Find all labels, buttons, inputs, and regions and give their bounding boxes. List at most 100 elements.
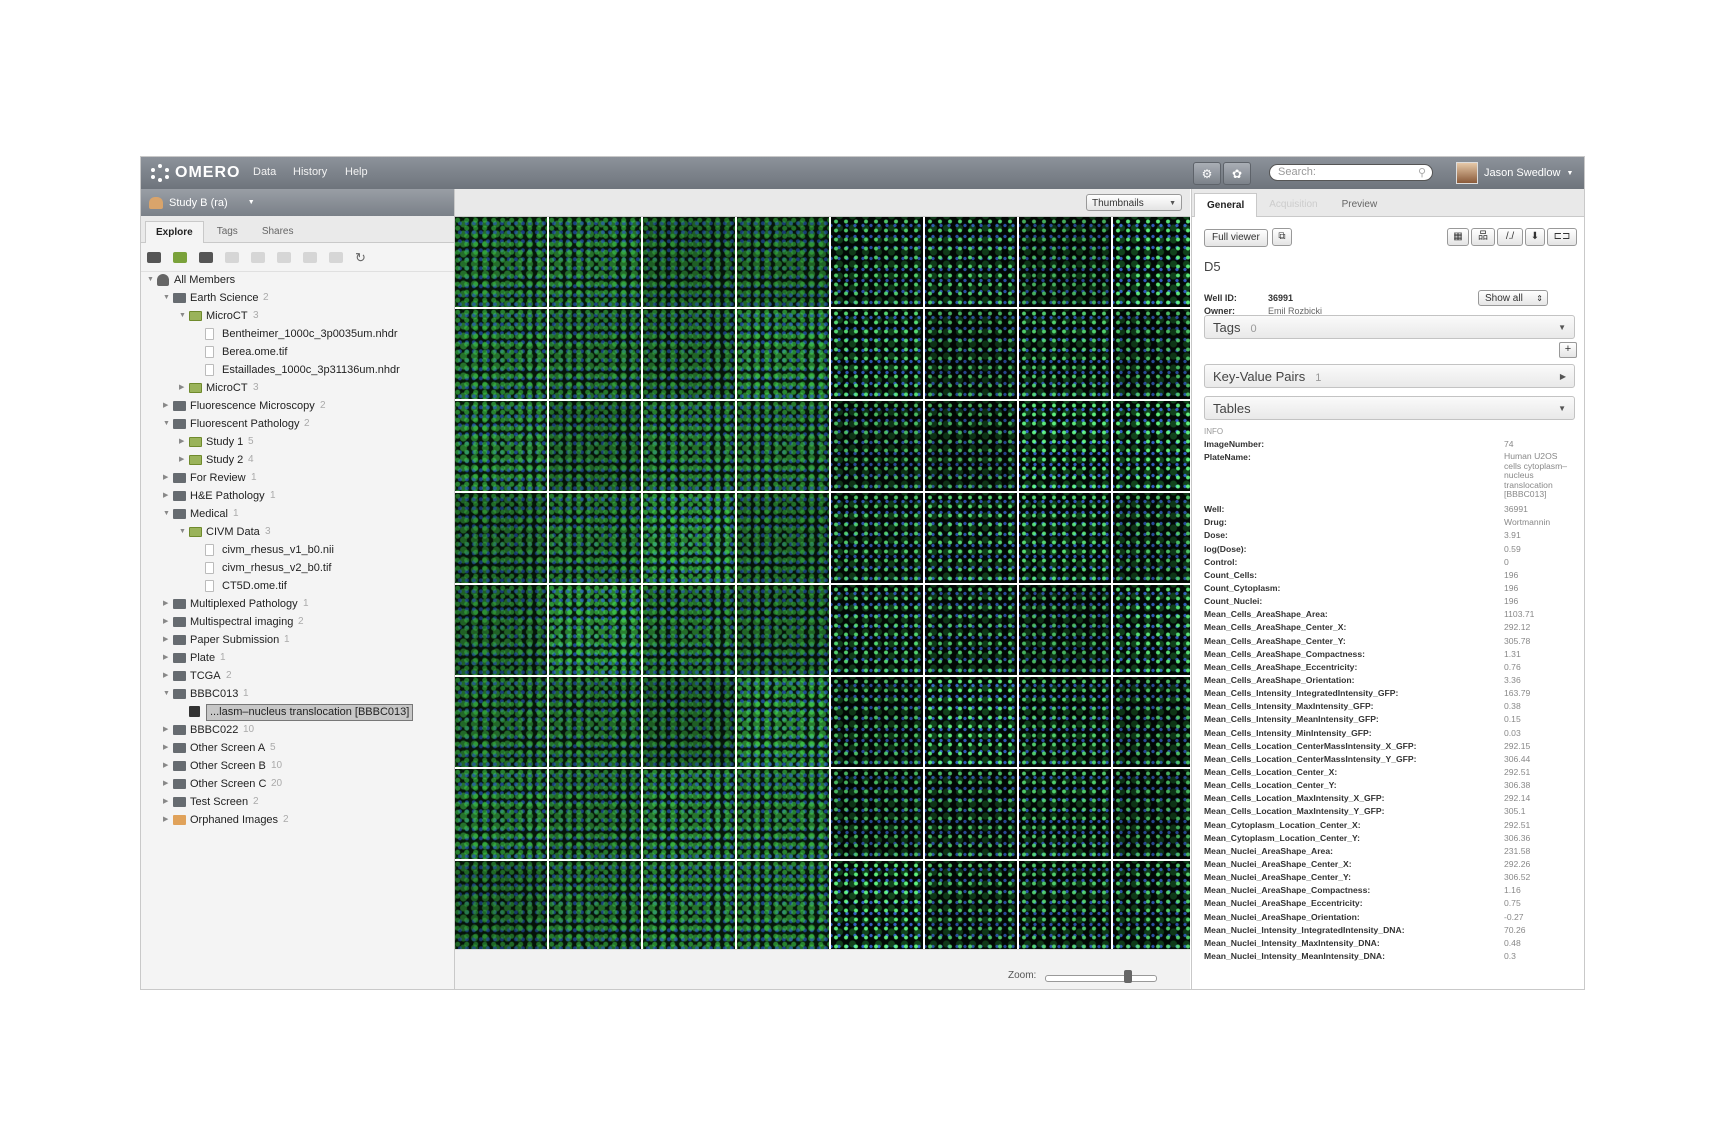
tree-node[interactable]: ▼ Fluorescent Pathology 2 (141, 415, 454, 433)
chevron-down-icon[interactable]: ▼ (163, 685, 171, 703)
well-thumbnail[interactable] (831, 861, 923, 949)
tree-node[interactable]: civm_rhesus_v1_b0.nii (141, 541, 454, 559)
well-thumbnail[interactable] (925, 677, 1017, 767)
chevron-right-icon[interactable]: ▶ (163, 631, 171, 649)
well-thumbnail[interactable] (1019, 401, 1111, 491)
tree-node[interactable]: Bentheimer_1000c_3p0035um.nhdr (141, 325, 454, 343)
tables-pane[interactable]: Tables ▼ (1204, 396, 1575, 420)
tree-node[interactable]: ▶ Multiplexed Pathology 1 (141, 595, 454, 613)
tree-node[interactable]: ▶ Orphaned Images 2 (141, 811, 454, 829)
well-thumbnail[interactable] (1113, 309, 1190, 399)
well-thumbnail[interactable] (549, 769, 641, 859)
chevron-right-icon[interactable]: ▶ (179, 379, 187, 397)
well-thumbnail[interactable] (455, 861, 547, 949)
well-thumbnail[interactable] (831, 493, 923, 583)
search-input[interactable]: Search: ⚲ (1269, 164, 1433, 181)
tab-acquisition[interactable]: Acquisition (1257, 193, 1329, 216)
well-thumbnail[interactable] (737, 401, 829, 491)
well-thumbnail[interactable] (925, 401, 1017, 491)
well-thumbnail[interactable] (925, 861, 1017, 949)
well-thumbnail[interactable] (643, 585, 735, 675)
chevron-down-icon[interactable]: ▼ (179, 307, 187, 325)
well-thumbnail[interactable] (925, 585, 1017, 675)
tab-general[interactable]: General (1194, 193, 1258, 217)
chevron-right-icon[interactable]: ▶ (163, 721, 171, 739)
hierarchy-icon[interactable]: 品 (1471, 228, 1495, 246)
open-with-icon[interactable]: ⧉ (1272, 228, 1292, 246)
well-thumbnail[interactable] (737, 677, 829, 767)
copy-icon[interactable] (251, 251, 265, 263)
well-thumbnail[interactable] (925, 493, 1017, 583)
chevron-down-icon[interactable]: ▼ (163, 505, 171, 523)
full-viewer-button[interactable]: Full viewer (1204, 229, 1268, 247)
scripts-button[interactable]: ⚙ (1193, 162, 1221, 185)
grid-icon[interactable]: ▦ (1447, 228, 1469, 246)
well-thumbnail[interactable] (1113, 861, 1190, 949)
activities-button[interactable]: ✿ (1223, 162, 1251, 185)
chevron-right-icon[interactable]: ▶ (163, 757, 171, 775)
well-thumbnail[interactable] (831, 677, 923, 767)
download-icon[interactable]: ⬇ (1525, 228, 1545, 246)
chevron-right-icon[interactable]: ▶ (163, 469, 171, 487)
well-thumbnail[interactable] (455, 769, 547, 859)
chevron-down-icon[interactable]: ▼ (163, 289, 171, 307)
well-thumbnail[interactable] (1019, 769, 1111, 859)
well-thumbnail[interactable] (737, 217, 829, 307)
well-thumbnail[interactable] (1113, 217, 1190, 307)
tree-node[interactable]: ▶ MicroCT 3 (141, 379, 454, 397)
tab-preview[interactable]: Preview (1330, 193, 1390, 216)
path-icon[interactable]: /./ (1497, 228, 1523, 246)
chevron-down-icon[interactable]: ▼ (163, 415, 171, 433)
zoom-slider[interactable] (1045, 975, 1157, 982)
chevron-right-icon[interactable]: ▶ (179, 433, 187, 451)
well-thumbnail[interactable] (549, 217, 641, 307)
tree-node[interactable]: Berea.ome.tif (141, 343, 454, 361)
chevron-right-icon[interactable]: ▶ (179, 451, 187, 469)
new-dataset-icon[interactable] (199, 251, 213, 263)
well-thumbnail[interactable] (737, 769, 829, 859)
well-thumbnail[interactable] (1019, 217, 1111, 307)
well-thumbnail[interactable] (831, 401, 923, 491)
well-thumbnail[interactable] (1113, 677, 1190, 767)
tree-node[interactable]: ▶ For Review 1 (141, 469, 454, 487)
tree-node[interactable]: ▶ Paper Submission 1 (141, 631, 454, 649)
well-thumbnail[interactable] (737, 861, 829, 949)
chevron-right-icon[interactable]: ▶ (163, 397, 171, 415)
well-thumbnail[interactable] (831, 769, 923, 859)
well-thumbnail[interactable] (1113, 401, 1190, 491)
tree-node[interactable]: ▶ H&E Pathology 1 (141, 487, 454, 505)
tree-node[interactable]: ▶ TCGA 2 (141, 667, 454, 685)
well-thumbnail[interactable] (643, 769, 735, 859)
add-tag-button[interactable]: + (1559, 342, 1577, 358)
tab-shares[interactable]: Shares (251, 220, 305, 242)
chevron-down-icon[interactable]: ▼ (147, 271, 155, 289)
well-thumbnail[interactable] (643, 493, 735, 583)
tree-node[interactable]: ...lasm–nucleus translocation [BBBC013] (141, 703, 454, 721)
chevron-right-icon[interactable]: ▶ (163, 613, 171, 631)
cut-icon[interactable] (225, 251, 239, 263)
chevron-right-icon[interactable]: ▶ (163, 793, 171, 811)
tree-node[interactable]: ▶ Multispectral imaging 2 (141, 613, 454, 631)
well-thumbnail[interactable] (1019, 861, 1111, 949)
well-thumbnail[interactable] (455, 493, 547, 583)
chgrp-icon[interactable] (329, 251, 343, 263)
well-thumbnail[interactable] (737, 309, 829, 399)
tab-tags[interactable]: Tags (206, 220, 249, 242)
well-thumbnail[interactable] (925, 309, 1017, 399)
tree-node[interactable]: ▼ Earth Science 2 (141, 289, 454, 307)
tab-explore[interactable]: Explore (145, 221, 204, 243)
new-folder-icon[interactable] (147, 251, 161, 263)
well-thumbnail[interactable] (737, 585, 829, 675)
view-select[interactable]: Thumbnails ▼ (1086, 194, 1182, 211)
refresh-icon[interactable]: ↻ (355, 251, 369, 264)
well-thumbnail[interactable] (925, 217, 1017, 307)
tree-node[interactable]: civm_rhesus_v2_b0.tif (141, 559, 454, 577)
menu-help[interactable]: Help (345, 166, 368, 178)
well-thumbnail[interactable] (831, 309, 923, 399)
show-all-select[interactable]: Show all ⇕ (1478, 290, 1548, 306)
well-thumbnail[interactable] (455, 217, 547, 307)
tree-node[interactable]: Estaillades_1000c_3p31136um.nhdr (141, 361, 454, 379)
new-project-icon[interactable] (173, 251, 187, 263)
well-thumbnail[interactable] (549, 585, 641, 675)
well-thumbnail[interactable] (549, 401, 641, 491)
